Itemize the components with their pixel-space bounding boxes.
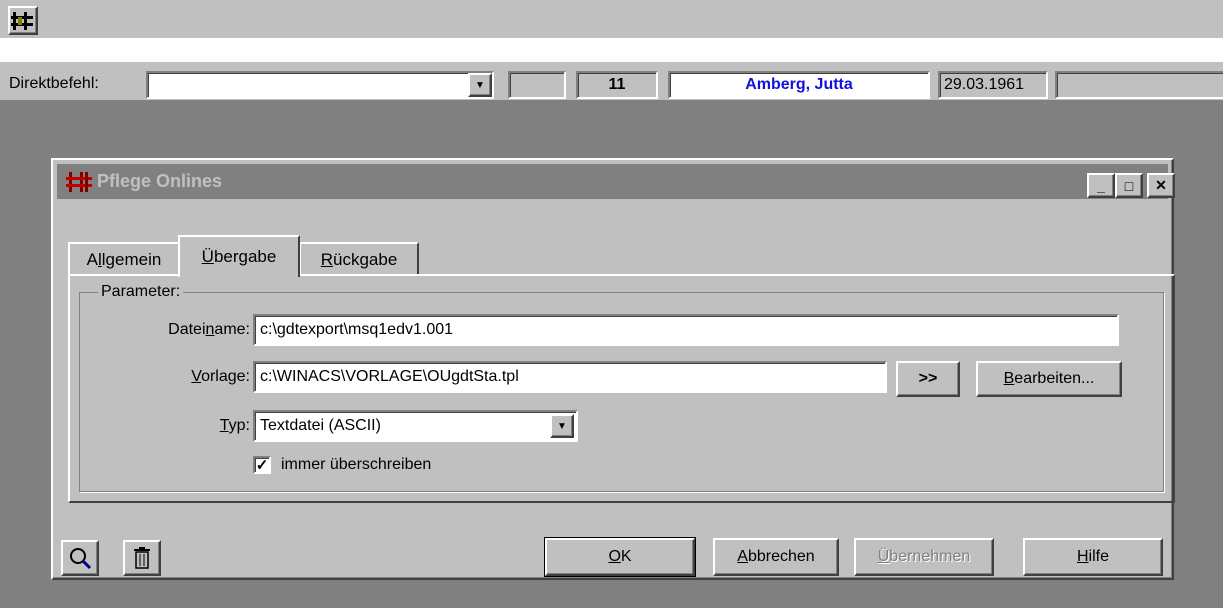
status-field-number: 11 <box>576 71 658 99</box>
parameter-group: Parameter: Dateiname: c:\gdtexport\msq1e… <box>79 283 1164 492</box>
delete-button[interactable] <box>123 540 161 576</box>
browse-button[interactable]: >> <box>896 361 960 397</box>
maximize-icon: □ <box>1124 177 1134 194</box>
abacus-icon <box>11 12 33 30</box>
status-field-empty <box>508 71 566 99</box>
minimize-icon: _ <box>1097 177 1105 194</box>
command-combobox[interactable] <box>146 71 494 99</box>
magnifier-icon <box>70 548 92 570</box>
patient-name-field: Amberg, Jutta <box>668 71 930 99</box>
close-button[interactable]: ✕ <box>1147 173 1175 198</box>
group-title: Parameter: <box>98 283 184 301</box>
dateiname-label: Dateiname: <box>168 321 250 338</box>
chevron-down-icon[interactable]: ▼ <box>468 73 492 97</box>
status-field-empty <box>1055 71 1223 99</box>
dialog-title: Pflege Onlines <box>97 171 223 191</box>
typ-select[interactable]: Textdatei (ASCII) <box>253 410 578 442</box>
tab-allgemein[interactable]: Al lgemein <box>68 242 180 276</box>
toolbar-gap <box>0 38 1223 62</box>
cancel-button[interactable]: Abbrechen <box>713 538 839 576</box>
ok-button[interactable]: OK <box>544 537 696 577</box>
apply-button: Übernehmen <box>854 538 994 576</box>
vorlage-label: Vorlage: <box>191 368 250 385</box>
main-toolbar <box>0 0 1223 38</box>
dialog-titlebar[interactable]: Pflege Onlines _ □ ✕ <box>57 164 1175 199</box>
minimize-button[interactable]: _ <box>1087 173 1115 198</box>
help-button[interactable]: Hilfe <box>1023 538 1163 576</box>
trash-icon <box>134 547 150 569</box>
bearbeiten-button[interactable]: Bearbeiten... <box>976 361 1122 397</box>
search-button[interactable] <box>61 540 99 576</box>
abacus-icon <box>66 171 92 192</box>
tab-panel: Parameter: Dateiname: c:\gdtexport\msq1e… <box>68 274 1175 503</box>
vorlage-input[interactable]: c:\WINACS\VORLAGE\OUgdtSta.tpl <box>253 361 887 393</box>
overwrite-checkbox-label[interactable]: immer überschreiben <box>281 456 431 474</box>
command-label: Direktbefehl: <box>9 75 99 92</box>
dateiname-input[interactable]: c:\gdtexport\msq1edv1.001 <box>253 314 1119 346</box>
app-button[interactable] <box>8 6 38 35</box>
close-icon: ✕ <box>1155 177 1167 193</box>
maximize-button[interactable]: □ <box>1115 173 1143 198</box>
chevron-down-icon[interactable]: ▼ <box>550 414 574 438</box>
pflege-onlines-dialog: Pflege Onlines _ □ ✕ Al lgemein Übergabe … <box>51 158 1175 580</box>
typ-label: Typ: <box>219 417 250 434</box>
overwrite-checkbox[interactable]: ✓ <box>253 456 271 474</box>
tab-rueckgabe[interactable]: Rückgabe <box>299 242 419 276</box>
birth-date-field: 29.03.1961 <box>938 71 1048 99</box>
tab-uebergabe[interactable]: Übergabe <box>178 235 300 277</box>
